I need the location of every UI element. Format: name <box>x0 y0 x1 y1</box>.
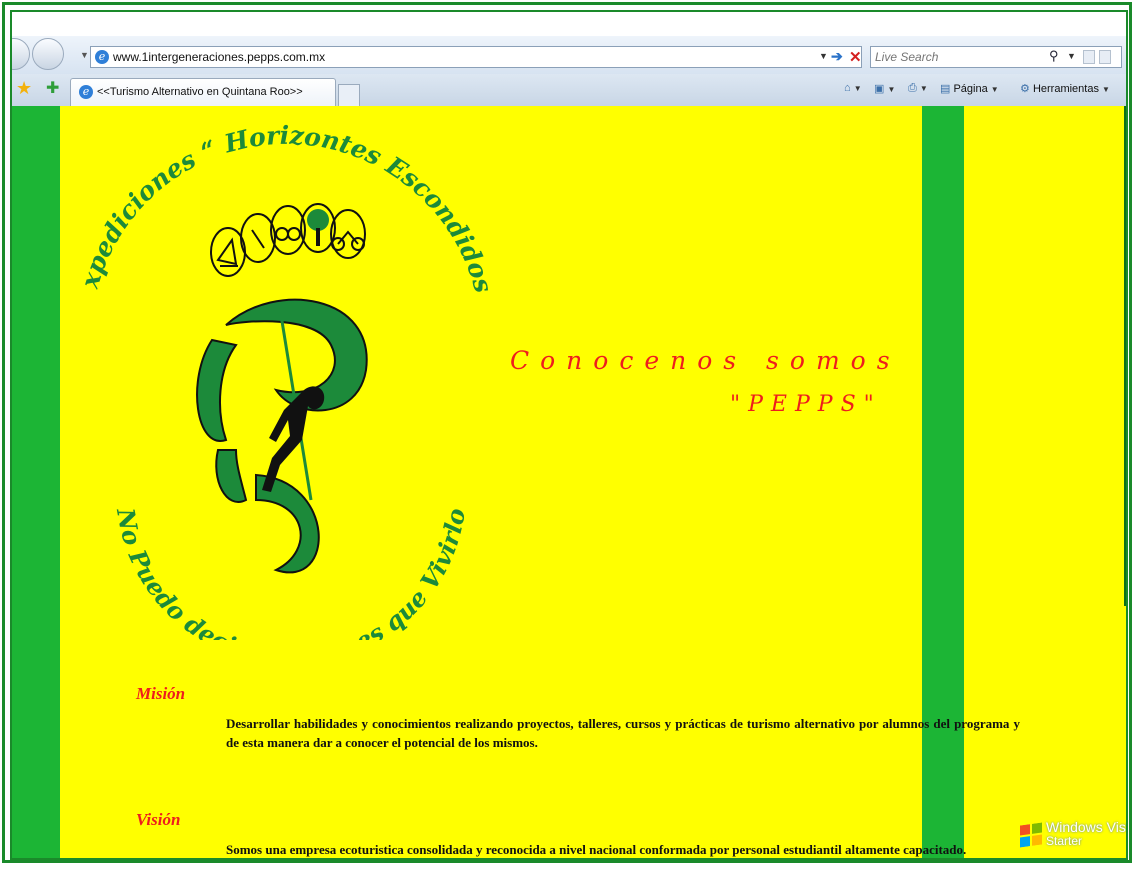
print-icon: ⎙ <box>908 82 917 94</box>
hero-line-2: "PEPPS" <box>730 392 882 417</box>
mision-body: Desarrollar habilidades y conocimientos … <box>226 716 1020 750</box>
vision-title: Visión <box>136 810 181 829</box>
back-button[interactable] <box>12 38 30 70</box>
stop-icon[interactable]: ✕ <box>849 48 862 66</box>
search-icon[interactable]: ⚲ <box>1049 48 1059 64</box>
maximize-icon[interactable] <box>1099 50 1111 64</box>
page-content: Expediciones “ Horizontes Escondidos” No… <box>12 106 1126 858</box>
tools-menu-label: Herramientas <box>1032 83 1099 95</box>
ie-page-icon: e <box>95 50 109 64</box>
feeds-icon: ▣ <box>874 83 885 95</box>
climber-silhouette <box>262 386 325 492</box>
hero-line-1: Conocenos somos <box>510 346 901 375</box>
page-menu[interactable]: ▤ Página ▼ <box>940 82 999 95</box>
vision-body: Somos una empresa ecoturistica consolida… <box>226 842 967 857</box>
gear-icon: ⚙ <box>1020 83 1030 95</box>
home-icon: ⌂ <box>844 82 851 94</box>
tools-menu[interactable]: ⚙ Herramientas ▼ <box>1020 82 1110 95</box>
address-bar-row: ▼ e www.1intergeneraciones.pepps.com.mx … <box>12 36 1126 74</box>
tab-title: <<Turismo Alternativo en Quintana Roo>> <box>97 86 303 98</box>
left-stripe <box>12 106 60 858</box>
address-dropdown-icon[interactable]: ▼ <box>819 51 828 61</box>
live-search-box: ⚲ ▼ <box>870 46 1122 68</box>
print-button[interactable]: ⎙ ▼ <box>908 82 928 95</box>
windows-logo-icon <box>1020 822 1042 848</box>
windows-vista-watermark: Windows Vista Starter <box>1020 819 1126 854</box>
right-edge-bar <box>1124 106 1126 606</box>
page-menu-label: Página <box>953 83 988 95</box>
watermark-line-1: Windows Vista <box>1046 819 1126 835</box>
home-button[interactable]: ⌂ ▼ <box>844 82 862 94</box>
add-favorites-icon[interactable]: ✚ <box>46 78 59 98</box>
minimize-icon[interactable] <box>1083 50 1095 64</box>
logo-green-arcs <box>225 298 368 412</box>
page-icon: ▤ <box>940 83 951 95</box>
watermark-line-2: Starter <box>1046 834 1083 848</box>
go-arrow-icon[interactable]: ➔ <box>831 48 843 65</box>
history-dropdown-icon[interactable]: ▼ <box>80 50 89 60</box>
activity-icons <box>210 203 366 277</box>
search-dropdown-icon[interactable]: ▼ <box>1067 51 1076 61</box>
tab-row: ★ ✚ e <<Turismo Alternativo en Quintana … <box>12 74 1126 106</box>
browser-window: ▼ e www.1intergeneraciones.pepps.com.mx … <box>10 10 1128 860</box>
ie-tab-icon: e <box>79 85 93 99</box>
address-field[interactable]: e www.1intergeneraciones.pepps.com.mx ▼ … <box>90 46 862 68</box>
forward-button[interactable] <box>32 38 64 70</box>
tree-icon <box>307 209 329 231</box>
company-logo: Expediciones “ Horizontes Escondidos” No… <box>76 120 496 640</box>
mision-title: Misión <box>136 684 186 703</box>
address-text: www.1intergeneraciones.pepps.com.mx <box>113 50 326 64</box>
search-input[interactable] <box>875 48 1025 66</box>
tab-active[interactable]: e <<Turismo Alternativo en Quintana Roo>… <box>70 78 336 106</box>
favorites-star-icon[interactable]: ★ <box>16 78 32 99</box>
feeds-button[interactable]: ▣ ▼ <box>874 82 895 95</box>
logo-top-text: Expediciones “ Horizontes Escondidos” <box>76 120 496 296</box>
new-tab-button[interactable] <box>338 84 360 106</box>
